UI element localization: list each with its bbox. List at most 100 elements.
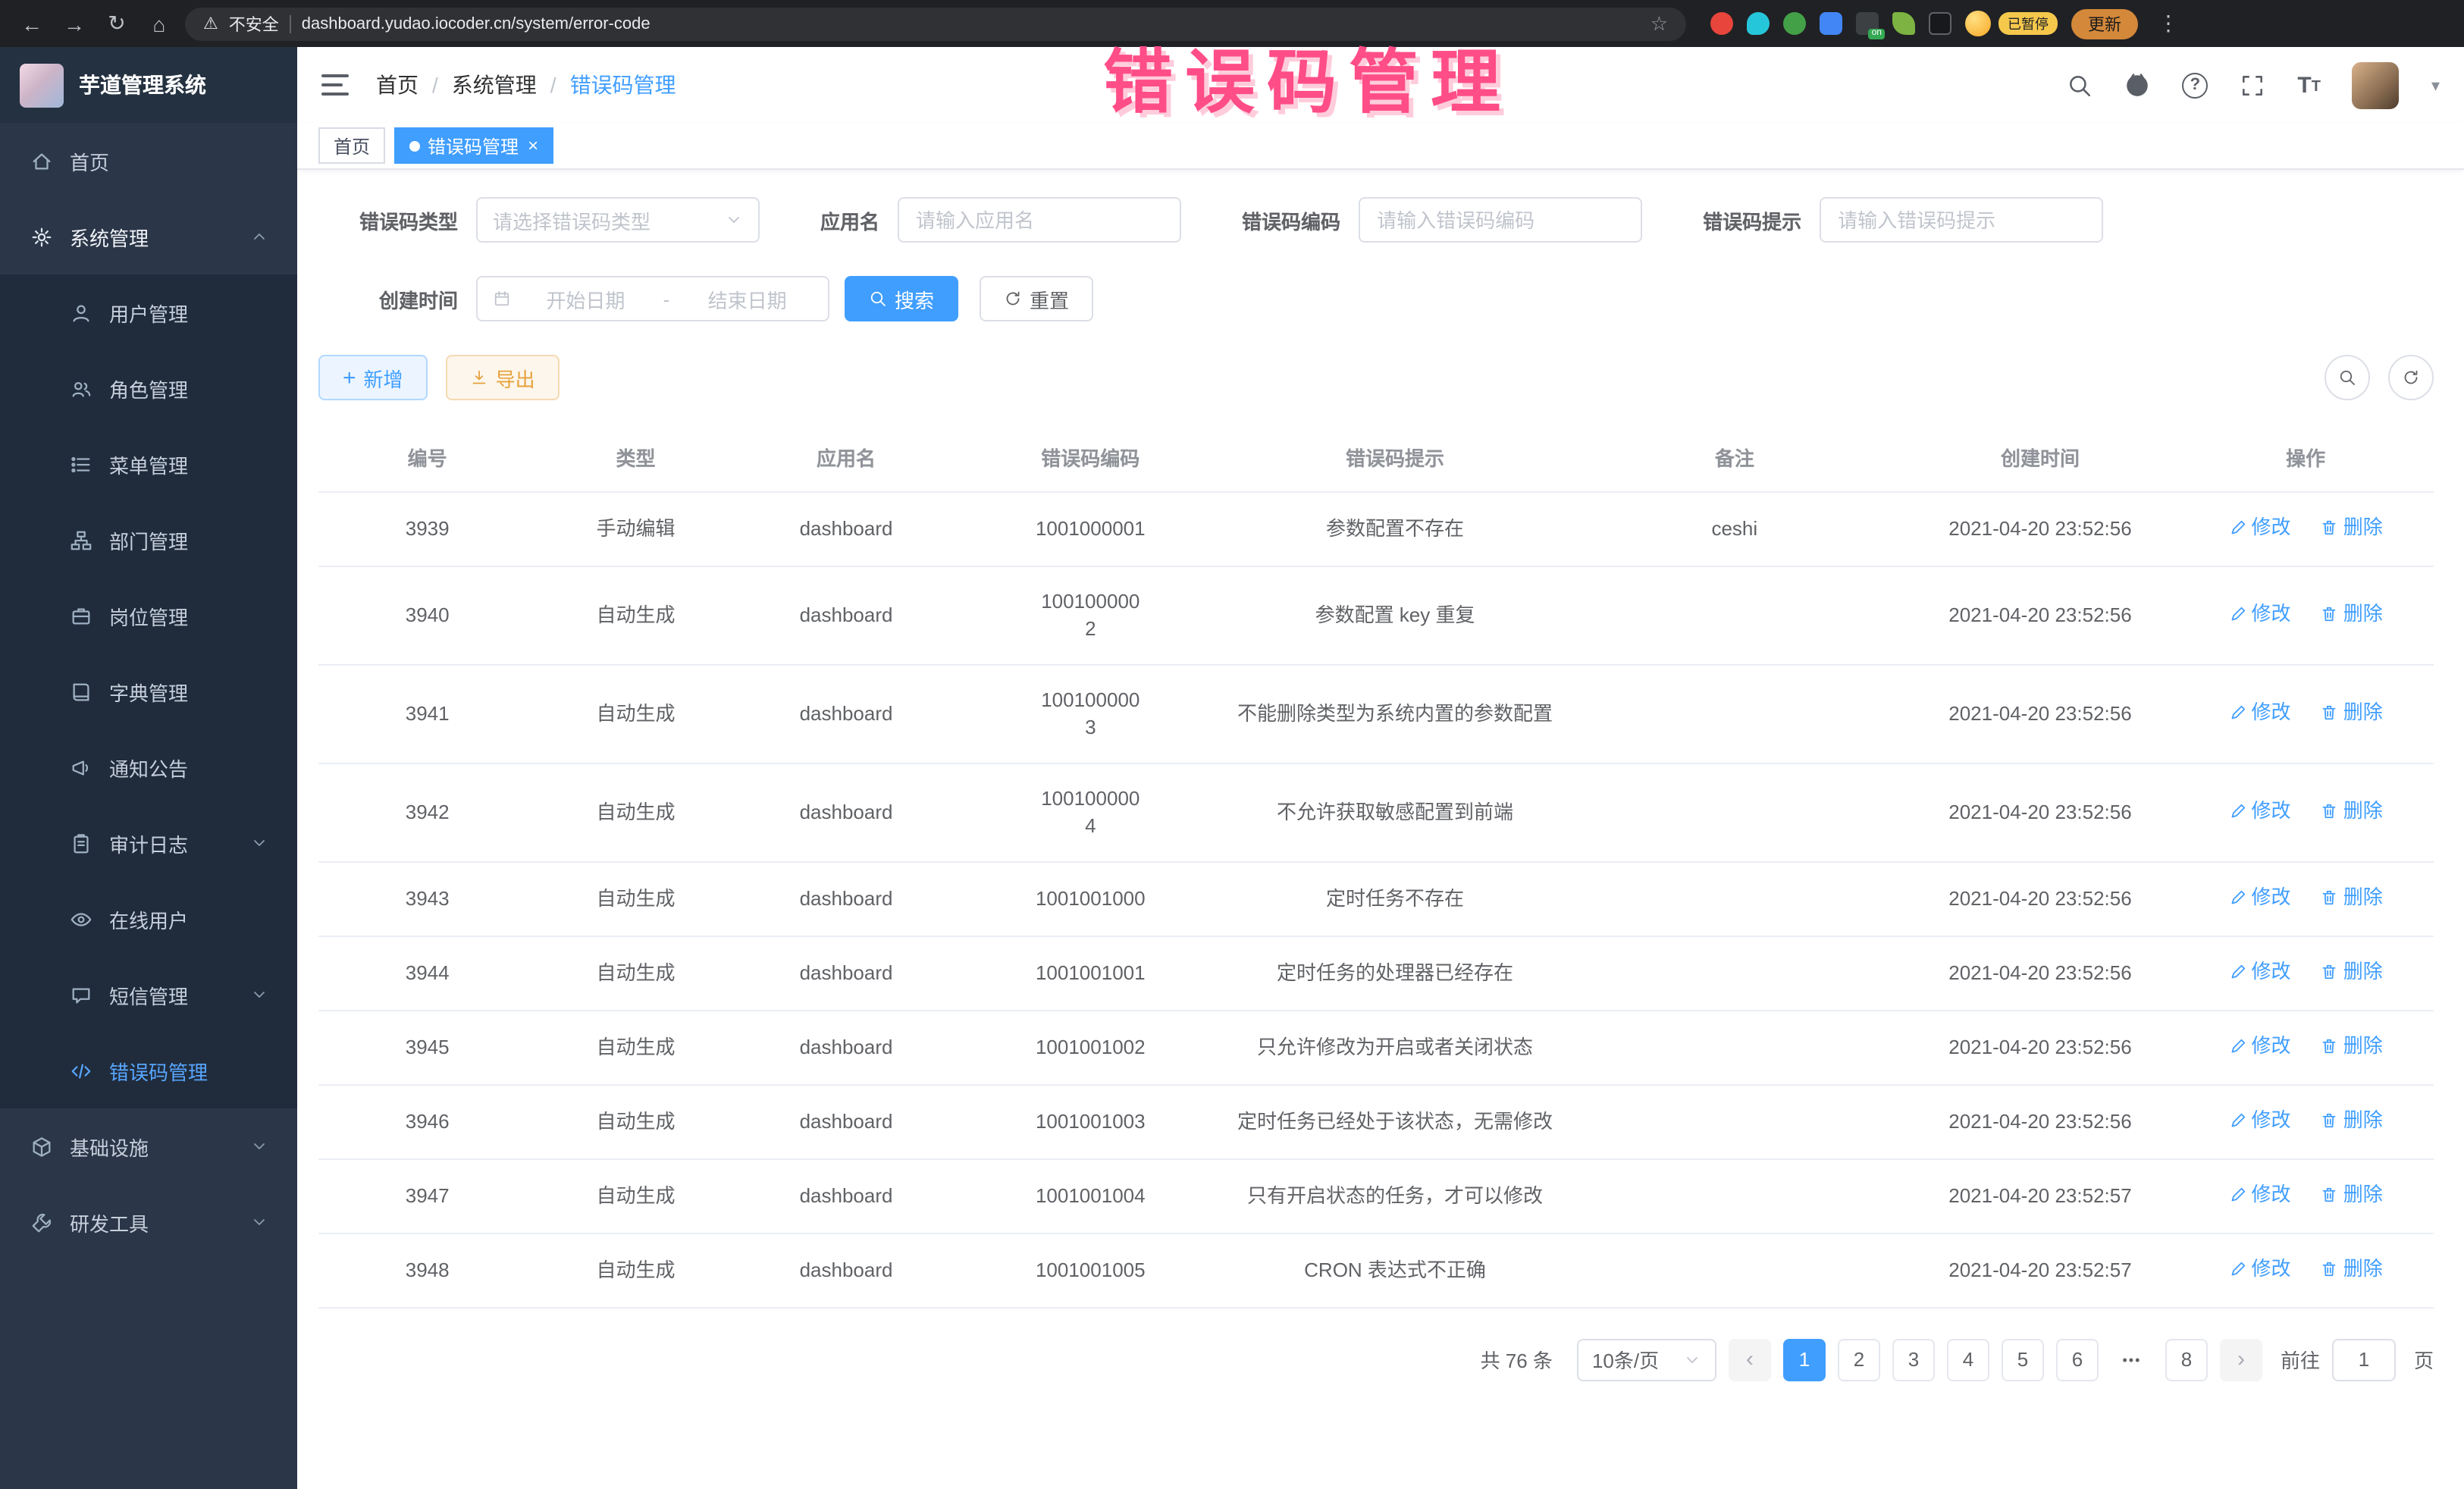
sidebar-item-infrastructure[interactable]: 基础设施 bbox=[0, 1108, 297, 1184]
extension-grid-icon[interactable] bbox=[1820, 12, 1842, 35]
sidebar-collapse-icon[interactable] bbox=[321, 74, 349, 96]
fullscreen-icon[interactable] bbox=[2240, 72, 2265, 98]
extension-green-icon[interactable] bbox=[1783, 12, 1806, 35]
sidebar-item-error-code-management[interactable]: 错误码管理 bbox=[0, 1033, 297, 1108]
cell-id: 3939 bbox=[318, 491, 536, 566]
page-button-1[interactable]: 1 bbox=[1783, 1338, 1826, 1381]
app-name-input[interactable] bbox=[898, 197, 1181, 243]
page-button-3[interactable]: 3 bbox=[1892, 1338, 1935, 1381]
edit-link[interactable]: 修改 bbox=[2229, 1255, 2291, 1282]
cell-app: dashboard bbox=[735, 861, 958, 936]
edit-link[interactable]: 修改 bbox=[2229, 698, 2291, 726]
sidebar-item-dict-management[interactable]: 字典管理 bbox=[0, 654, 297, 729]
delete-link[interactable]: 删除 bbox=[2321, 1180, 2383, 1208]
page-button-6[interactable]: 6 bbox=[2056, 1338, 2099, 1381]
user-avatar[interactable] bbox=[2353, 61, 2400, 108]
font-size-icon[interactable]: TT bbox=[2297, 75, 2321, 95]
export-button[interactable]: 导出 bbox=[446, 355, 560, 400]
forward-icon[interactable]: → bbox=[58, 7, 91, 40]
logo-area[interactable]: 芋道管理系统 bbox=[0, 47, 297, 123]
sidebar-item-menu-management[interactable]: 菜单管理 bbox=[0, 426, 297, 502]
delete-label: 删除 bbox=[2343, 513, 2383, 541]
delete-link[interactable]: 删除 bbox=[2321, 883, 2383, 911]
delete-link[interactable]: 删除 bbox=[2321, 1106, 2383, 1133]
sidebar-item-dept-management[interactable]: 部门管理 bbox=[0, 502, 297, 578]
page-size-select[interactable]: 10条/页 bbox=[1577, 1338, 1716, 1381]
back-icon[interactable]: ← bbox=[15, 7, 49, 40]
help-icon[interactable]: ? bbox=[2182, 72, 2208, 98]
edit-link[interactable]: 修改 bbox=[2229, 883, 2291, 911]
date-range-picker[interactable]: 开始日期 - 结束日期 bbox=[476, 276, 829, 321]
error-type-select[interactable]: 请选择错误码类型 bbox=[476, 197, 760, 243]
add-button[interactable]: + 新增 bbox=[318, 355, 428, 400]
prev-page-button[interactable]: ‹ bbox=[1729, 1338, 1771, 1381]
avatar-caret-icon[interactable]: ▾ bbox=[2431, 75, 2440, 95]
sidebar-item-notice[interactable]: 通知公告 bbox=[0, 729, 297, 805]
goto-page-input[interactable] bbox=[2332, 1338, 2396, 1381]
filter-row-1: 错误码类型 请选择错误码类型 应用名 错误码编码 bbox=[318, 197, 2434, 243]
breadcrumb-home[interactable]: 首页 bbox=[376, 70, 419, 100]
sidebar-item-home[interactable]: 首页 bbox=[0, 123, 297, 199]
browser-menu-kebab-icon[interactable]: ⋮ bbox=[2152, 7, 2185, 40]
delete-link[interactable]: 删除 bbox=[2321, 797, 2383, 824]
delete-link[interactable]: 删除 bbox=[2321, 1255, 2383, 1282]
sidebar-item-sms-management[interactable]: 短信管理 bbox=[0, 957, 297, 1033]
error-code-input[interactable] bbox=[1359, 197, 1642, 243]
page-ellipsis[interactable]: ••• bbox=[2111, 1338, 2153, 1381]
search-button[interactable]: 搜索 bbox=[845, 276, 958, 321]
next-page-button[interactable]: › bbox=[2220, 1338, 2262, 1381]
column-header-type: 类型 bbox=[536, 425, 735, 491]
edit-link[interactable]: 修改 bbox=[2229, 513, 2291, 541]
delete-link[interactable]: 删除 bbox=[2321, 600, 2383, 627]
delete-link[interactable]: 删除 bbox=[2321, 1032, 2383, 1059]
page-button-4[interactable]: 4 bbox=[1947, 1338, 1989, 1381]
cell-app: dashboard bbox=[735, 1158, 958, 1233]
cell-type: 手动编辑 bbox=[536, 491, 735, 566]
github-icon[interactable] bbox=[2124, 72, 2150, 98]
error-msg-input[interactable] bbox=[1820, 197, 2103, 243]
browser-update-button[interactable]: 更新 bbox=[2071, 8, 2138, 39]
extension-vpn-icon[interactable]: on bbox=[1856, 12, 1879, 35]
header-search-icon[interactable] bbox=[2067, 72, 2093, 98]
tab-home[interactable]: 首页 bbox=[318, 127, 385, 164]
sidebar-item-audit-log[interactable]: 审计日志 bbox=[0, 805, 297, 881]
browser-profile-emoji[interactable] bbox=[1965, 11, 1991, 36]
extension-drop-icon[interactable] bbox=[1747, 12, 1770, 35]
sidebar-item-post-management[interactable]: 岗位管理 bbox=[0, 578, 297, 654]
sidebar-item-role-management[interactable]: 角色管理 bbox=[0, 350, 297, 426]
edit-link[interactable]: 修改 bbox=[2229, 1106, 2291, 1133]
extension-red-icon[interactable] bbox=[1710, 12, 1733, 35]
reload-icon[interactable]: ↻ bbox=[100, 7, 133, 40]
reset-button[interactable]: 重置 bbox=[980, 276, 1093, 321]
breadcrumb-system[interactable]: 系统管理 bbox=[452, 70, 537, 100]
sidebar-item-online-users[interactable]: 在线用户 bbox=[0, 881, 297, 957]
cell-app: dashboard bbox=[735, 566, 958, 664]
extension-leaf-icon[interactable] bbox=[1892, 12, 1915, 35]
edit-link[interactable]: 修改 bbox=[2229, 600, 2291, 627]
tab-close-icon[interactable]: × bbox=[528, 135, 538, 156]
edit-link[interactable]: 修改 bbox=[2229, 958, 2291, 985]
edit-link[interactable]: 修改 bbox=[2229, 1180, 2291, 1208]
bookmark-star-icon[interactable]: ☆ bbox=[1651, 11, 1668, 36]
refresh-table-icon[interactable] bbox=[2388, 355, 2434, 400]
page-button-8[interactable]: 8 bbox=[2165, 1338, 2208, 1381]
question-glyph: ? bbox=[2190, 76, 2200, 94]
browser-home-icon[interactable]: ⌂ bbox=[143, 7, 176, 40]
delete-link[interactable]: 删除 bbox=[2321, 958, 2383, 985]
address-bar[interactable]: ⚠ 不安全 dashboard.yudao.iocoder.cn/system/… bbox=[185, 7, 1686, 40]
extension-pin-icon[interactable] bbox=[1929, 12, 1951, 35]
page-button-2[interactable]: 2 bbox=[1838, 1338, 1880, 1381]
delete-link[interactable]: 删除 bbox=[2321, 698, 2383, 726]
sidebar-item-user-management[interactable]: 用户管理 bbox=[0, 274, 297, 350]
edit-link[interactable]: 修改 bbox=[2229, 1032, 2291, 1059]
edit-link[interactable]: 修改 bbox=[2229, 797, 2291, 824]
cell-remark bbox=[1566, 1010, 1903, 1084]
toggle-search-icon[interactable] bbox=[2324, 355, 2370, 400]
sidebar-item-dev-tools[interactable]: 研发工具 bbox=[0, 1184, 297, 1260]
tab-label: 错误码管理 bbox=[428, 133, 519, 158]
delete-link[interactable]: 删除 bbox=[2321, 513, 2383, 541]
tab-error-code[interactable]: 错误码管理 × bbox=[394, 127, 553, 164]
sidebar-item-system-management[interactable]: 系统管理 bbox=[0, 199, 297, 274]
page-button-5[interactable]: 5 bbox=[2002, 1338, 2044, 1381]
browser-toolbar: ← → ↻ ⌂ ⚠ 不安全 dashboard.yudao.iocoder.cn… bbox=[0, 0, 2464, 47]
